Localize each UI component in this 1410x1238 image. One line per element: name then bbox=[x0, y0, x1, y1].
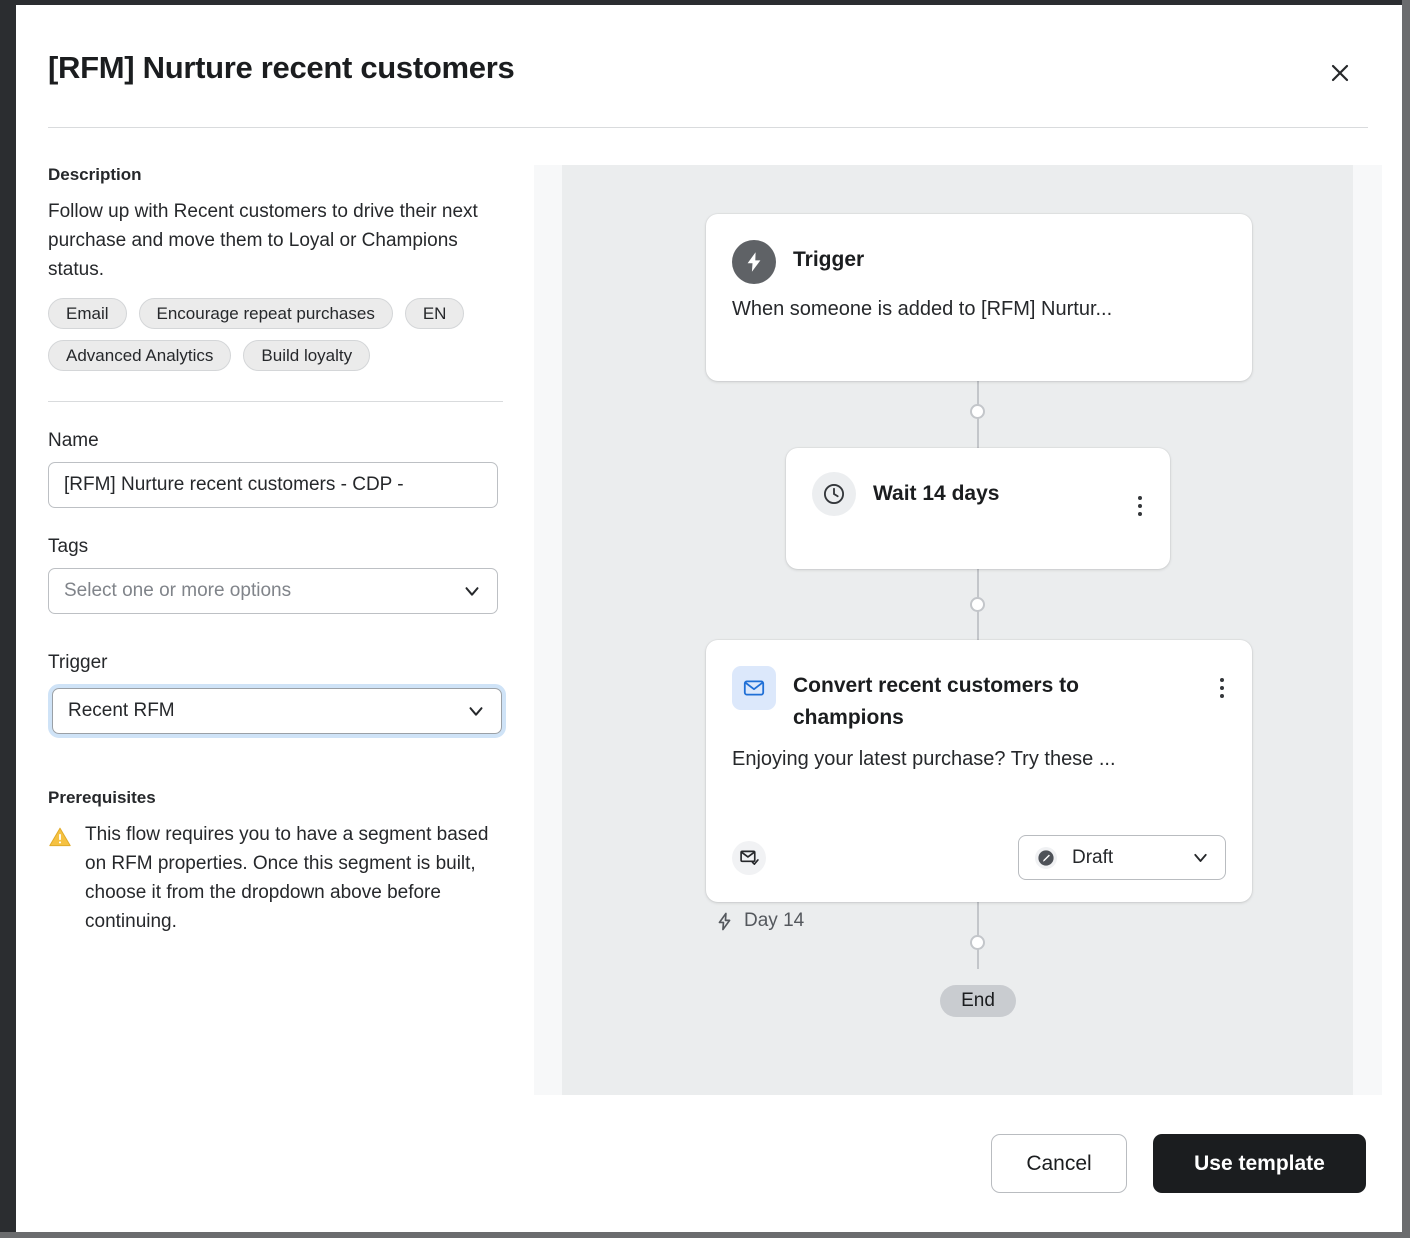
trigger-node-body: When someone is added to [RFM] Nurtur... bbox=[706, 284, 1252, 321]
description-label: Description bbox=[48, 165, 518, 185]
tag-pill-encourage: Encourage repeat purchases bbox=[139, 298, 393, 329]
name-field-group: Name bbox=[48, 430, 518, 508]
name-label: Name bbox=[48, 430, 518, 452]
tag-pill-list: Email Encourage repeat purchases EN Adva… bbox=[48, 298, 503, 371]
description-text: Follow up with Recent customers to drive… bbox=[48, 197, 488, 284]
window-bottom-edge bbox=[0, 1232, 1410, 1238]
draft-pencil-icon bbox=[1033, 845, 1059, 871]
dialog-header: [RFM] Nurture recent customers bbox=[16, 5, 1402, 130]
day-marker: Day 14 bbox=[714, 910, 804, 932]
tag-pill-email: Email bbox=[48, 298, 127, 329]
window-frame: [RFM] Nurture recent customers Descripti… bbox=[0, 0, 1410, 1238]
trigger-label: Trigger bbox=[48, 652, 518, 674]
use-template-button[interactable]: Use template bbox=[1153, 1134, 1366, 1193]
envelope-icon bbox=[732, 666, 776, 710]
tag-pill-en: EN bbox=[405, 298, 465, 329]
end-label: End bbox=[961, 990, 995, 1012]
trigger-node-header: Trigger bbox=[706, 214, 1252, 284]
chevron-down-icon bbox=[1190, 847, 1211, 868]
email-node-footer: Draft bbox=[706, 835, 1252, 880]
tag-pill-loyalty: Build loyalty bbox=[243, 340, 370, 371]
close-icon bbox=[1328, 61, 1352, 85]
wait-node-title: Wait 14 days bbox=[873, 478, 999, 510]
email-status-select[interactable]: Draft bbox=[1018, 835, 1226, 880]
left-pane: Description Follow up with Recent custom… bbox=[48, 165, 518, 936]
envelope-check-icon bbox=[732, 841, 766, 875]
email-node-header: Convert recent customers to champions bbox=[706, 640, 1252, 734]
email-status-label: Draft bbox=[1072, 847, 1113, 869]
flow-node-end[interactable]: End bbox=[940, 985, 1016, 1017]
tags-select-placeholder: Select one or more options bbox=[64, 580, 291, 602]
trigger-select[interactable]: Recent RFM bbox=[52, 688, 502, 734]
trigger-field-group: Trigger Recent RFM bbox=[48, 652, 518, 738]
prerequisites-section: Prerequisites This flow requires you to … bbox=[48, 788, 518, 936]
flow-node-trigger[interactable]: Trigger When someone is added to [RFM] N… bbox=[706, 214, 1252, 381]
trigger-select-value: Recent RFM bbox=[68, 700, 175, 722]
tag-pill-analytics: Advanced Analytics bbox=[48, 340, 231, 371]
kebab-menu-icon[interactable] bbox=[1220, 678, 1224, 698]
flow-canvas-outer: Trigger When someone is added to [RFM] N… bbox=[534, 165, 1382, 1095]
trigger-node-title: Trigger bbox=[793, 240, 864, 276]
chevron-down-icon bbox=[465, 700, 487, 722]
chevron-down-icon bbox=[461, 580, 483, 602]
window-right-edge bbox=[1402, 0, 1410, 1238]
flow-node-email[interactable]: Convert recent customers to champions En… bbox=[706, 640, 1252, 902]
page-title: [RFM] Nurture recent customers bbox=[48, 50, 514, 86]
template-detail-modal: [RFM] Nurture recent customers Descripti… bbox=[16, 5, 1402, 1232]
prerequisites-label: Prerequisites bbox=[48, 788, 518, 808]
connector-dot-2[interactable] bbox=[970, 597, 985, 612]
tags-select[interactable]: Select one or more options bbox=[48, 568, 498, 614]
cancel-button[interactable]: Cancel bbox=[991, 1134, 1127, 1193]
prerequisites-text: This flow requires you to have a segment… bbox=[85, 820, 495, 936]
trigger-select-focus-ring: Recent RFM bbox=[48, 684, 506, 738]
lightning-bolt-icon bbox=[732, 240, 776, 284]
connector-dot-3[interactable] bbox=[970, 935, 985, 950]
flow-canvas[interactable]: Trigger When someone is added to [RFM] N… bbox=[562, 165, 1353, 1095]
day-marker-label: Day 14 bbox=[744, 910, 804, 932]
left-pane-divider bbox=[48, 401, 503, 402]
email-node-body: Enjoying your latest purchase? Try these… bbox=[706, 734, 1252, 771]
tags-field-group: Tags Select one or more options bbox=[48, 536, 518, 614]
close-button[interactable] bbox=[1320, 53, 1360, 93]
clock-icon bbox=[812, 472, 856, 516]
name-input[interactable] bbox=[48, 462, 498, 508]
kebab-menu-icon[interactable] bbox=[1138, 496, 1142, 516]
warning-triangle-icon bbox=[48, 825, 72, 936]
lightning-bolt-icon bbox=[714, 911, 735, 932]
wait-node-header: Wait 14 days bbox=[786, 448, 1170, 516]
tags-label: Tags bbox=[48, 536, 518, 558]
dialog-footer: Cancel Use template bbox=[16, 1105, 1402, 1232]
flow-node-wait[interactable]: Wait 14 days bbox=[786, 448, 1170, 569]
prerequisites-row: This flow requires you to have a segment… bbox=[48, 820, 518, 936]
email-node-title: Convert recent customers to champions bbox=[793, 666, 1173, 734]
header-divider bbox=[48, 127, 1368, 128]
connector-dot-1[interactable] bbox=[970, 404, 985, 419]
